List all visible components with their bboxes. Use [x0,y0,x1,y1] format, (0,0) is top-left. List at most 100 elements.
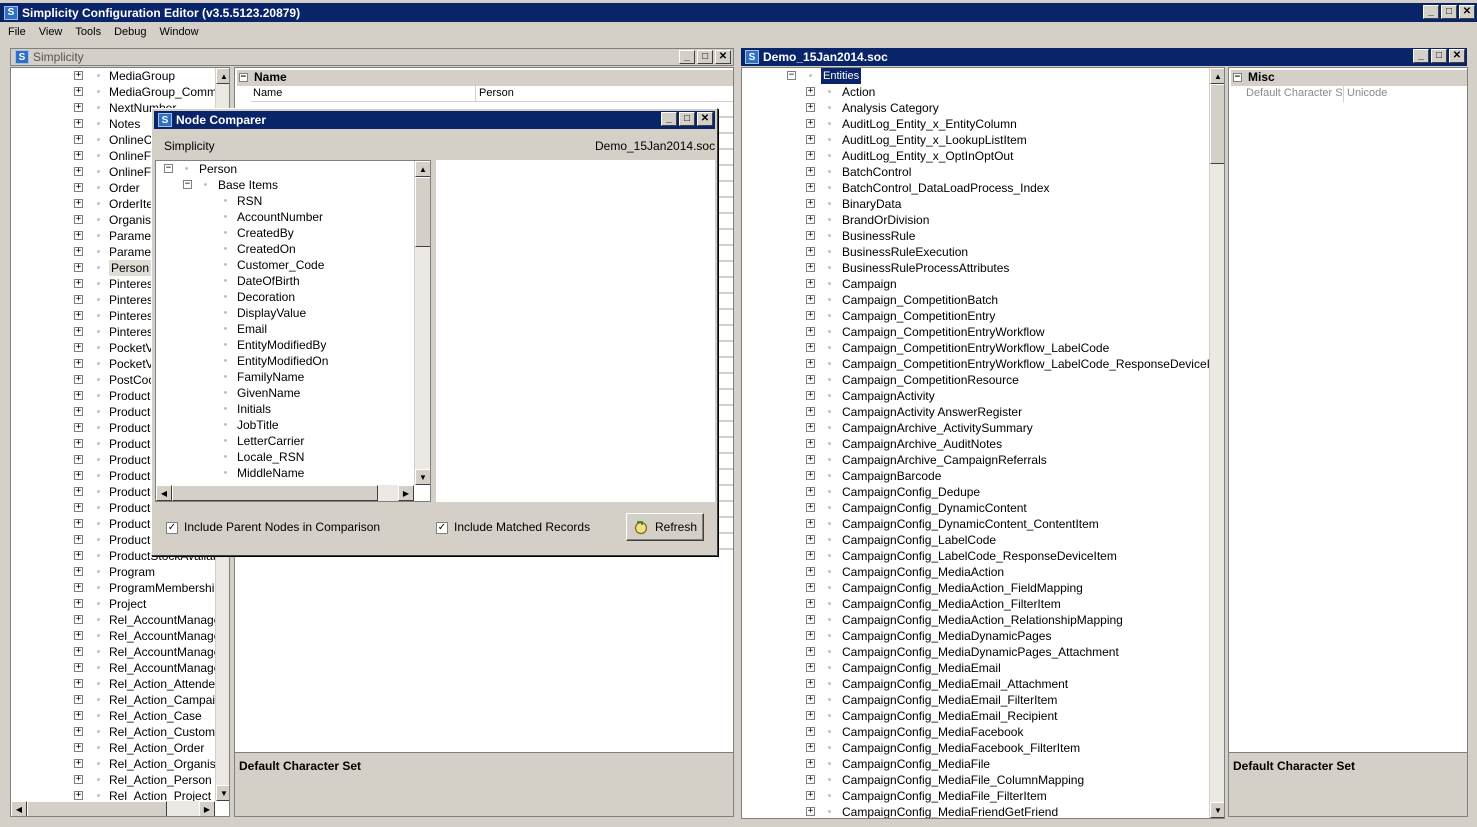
left-tree-expand-icon[interactable]: + [74,615,83,624]
right-tree-root-collapse-icon[interactable]: − [787,71,796,80]
dialog-tree-label[interactable]: GivenName [237,385,300,401]
right-tree-expand-icon[interactable]: + [806,151,815,160]
right-tree-expand-icon[interactable]: + [806,599,815,608]
left-tree-label[interactable]: OnlineC [109,132,152,148]
app-maximize-button[interactable]: □ [1441,5,1457,19]
left-tree-label[interactable]: Order [109,180,140,196]
right-tree-label[interactable]: CampaignConfig_MediaFile_FilterItem [842,788,1047,804]
left-tree-expand-icon[interactable]: + [74,87,83,96]
dialog-tree-label[interactable]: DateOfBirth [237,273,300,289]
left-tree-label[interactable]: Rel_Action_Campaign [109,692,228,708]
right-tree-label[interactable]: BinaryData [842,196,901,212]
dialog-tree-label[interactable]: CreatedOn [237,241,296,257]
right-tree-vscroll[interactable]: ▲ ▼ [1209,68,1224,818]
dialog-title-bar[interactable]: S Node Comparer _ □ ✕ [154,111,715,129]
right-tree-label[interactable]: CampaignConfig_MediaEmail_Recipient [842,708,1057,724]
right-tree-expand-icon[interactable]: + [806,119,815,128]
left-tree-label[interactable]: MediaGroup [109,68,175,84]
left-tree-scroll-up-button[interactable]: ▲ [216,68,229,84]
right-tree-label[interactable]: Campaign_CompetitionEntryWorkflow_LabelC… [842,340,1109,356]
left-tree-expand-icon[interactable]: + [74,743,83,752]
right-tree-label[interactable]: CampaignConfig_MediaDynamicPages [842,628,1051,644]
right-tree-label[interactable]: CampaignConfig_MediaAction_RelationshipM… [842,612,1123,628]
right-tree-expand-icon[interactable]: + [806,183,815,192]
right-tree-expand-icon[interactable]: + [806,103,815,112]
right-tree-scroll-down-button[interactable]: ▼ [1210,802,1224,818]
right-tree-label[interactable]: AuditLog_Entity_x_LookupListItem [842,132,1027,148]
left-tree-label[interactable]: Rel_Action_Case [109,708,202,724]
right-tree-expand-icon[interactable]: + [806,455,815,464]
left-tree-label[interactable]: Pinteres [109,276,153,292]
left-tree-expand-icon[interactable]: + [74,119,83,128]
right-tree-label[interactable]: Campaign_CompetitionBatch [842,292,998,308]
right-tree-label[interactable]: CampaignArchive_CampaignReferrals [842,452,1047,468]
right-tree-expand-icon[interactable]: + [806,311,815,320]
right-tree-label[interactable]: CampaignConfig_MediaEmail [842,660,1001,676]
left-tree-expand-icon[interactable]: + [74,583,83,592]
dialog-tree-label[interactable]: JobTitle [237,417,279,433]
right-tree-expand-icon[interactable]: + [806,711,815,720]
left-tree-label[interactable]: Product [109,468,150,484]
dialog-tree-group-label[interactable]: Base Items [218,177,278,193]
right-tree[interactable]: − Entities + Action + Analysis Category + Aud… [741,67,1225,819]
left-tree-expand-icon[interactable]: + [74,551,83,560]
dialog-tree-vscroll[interactable]: ▲ ▼ [414,161,430,485]
dialog-tree-scroll-down-button[interactable]: ▼ [415,469,430,485]
left-tree-expand-icon[interactable]: + [74,311,83,320]
left-tree-expand-icon[interactable]: + [74,407,83,416]
dialog-tree-group-collapse-icon[interactable]: − [183,180,192,189]
right-tree-expand-icon[interactable]: + [806,487,815,496]
left-tree-label[interactable]: Rel_Action_Order [109,740,204,756]
dialog-tree-label[interactable]: CreatedBy [237,225,294,241]
right-tree-label[interactable]: CampaignBarcode [842,468,941,484]
left-tree-expand-icon[interactable]: + [74,375,83,384]
left-tree-expand-icon[interactable]: + [74,519,83,528]
left-tree-label[interactable]: Pinteres [109,292,153,308]
left-tree-label[interactable]: PocketV [109,356,154,372]
left-tree-expand-icon[interactable]: + [74,535,83,544]
right-tree-label[interactable]: BusinessRuleProcessAttributes [842,260,1009,276]
right-tree-expand-icon[interactable]: + [806,615,815,624]
left-tree-label[interactable]: Product [109,420,150,436]
left-tree-label[interactable]: PocketV [109,340,154,356]
app-close-button[interactable]: ✕ [1459,5,1475,19]
right-tree-expand-icon[interactable]: + [806,503,815,512]
left-tree-label[interactable]: Rel_Action_Person [109,772,212,788]
dialog-tree-hscroll[interactable]: ◀ ▶ [156,485,414,501]
left-props-collapse-icon[interactable]: − [239,73,248,83]
right-tree-label[interactable]: CampaignConfig_MediaFacebook_FilterItem [842,740,1080,756]
right-tree-expand-icon[interactable]: + [806,583,815,592]
right-tree-label[interactable]: CampaignConfig_Dedupe [842,484,980,500]
menu-debug[interactable]: Debug [109,26,151,38]
dialog-tree-label[interactable]: Customer_Code [237,257,324,273]
right-tree-expand-icon[interactable]: + [806,631,815,640]
right-tree-label[interactable]: CampaignActivity AnswerRegister [842,404,1022,420]
dialog-tree-label[interactable]: Email [237,321,267,337]
left-tree-expand-icon[interactable]: + [74,711,83,720]
menu-view[interactable]: View [34,26,68,38]
right-tree-vscroll-thumb[interactable] [1210,84,1224,164]
left-panel-close-button[interactable]: ✕ [715,50,731,64]
right-tree-label[interactable]: CampaignConfig_MediaAction_FilterItem [842,596,1061,612]
right-tree-expand-icon[interactable]: + [806,263,815,272]
left-tree-expand-icon[interactable]: + [74,487,83,496]
left-tree-label[interactable]: Product [109,484,150,500]
right-tree-expand-icon[interactable]: + [806,567,815,576]
left-tree-label[interactable]: ProgramMembership [109,580,221,596]
dialog-tree-root-collapse-icon[interactable]: − [164,164,173,173]
left-panel-maximize-button[interactable]: □ [697,50,713,64]
right-tree-expand-icon[interactable]: + [806,727,815,736]
left-tree-scroll-right-button[interactable]: ▶ [199,801,215,816]
right-tree-label[interactable]: CampaignActivity [842,388,935,404]
right-tree-expand-icon[interactable]: + [806,743,815,752]
left-tree-expand-icon[interactable]: + [74,231,83,240]
left-tree-expand-icon[interactable]: + [74,215,83,224]
right-panel-title-bar[interactable]: S Demo_15Jan2014.soc _ □ ✕ [741,48,1467,66]
refresh-button[interactable]: Refresh [626,513,704,541]
left-tree-label[interactable]: Rel_Action_Attendee [109,676,222,692]
include-parent-option[interactable]: ✓ Include Parent Nodes in Comparison [166,520,380,534]
left-tree-expand-icon[interactable]: + [74,471,83,480]
left-tree-expand-icon[interactable]: + [74,439,83,448]
right-tree-expand-icon[interactable]: + [806,775,815,784]
right-tree-label[interactable]: CampaignConfig_MediaFriendGetFriend [842,804,1058,818]
